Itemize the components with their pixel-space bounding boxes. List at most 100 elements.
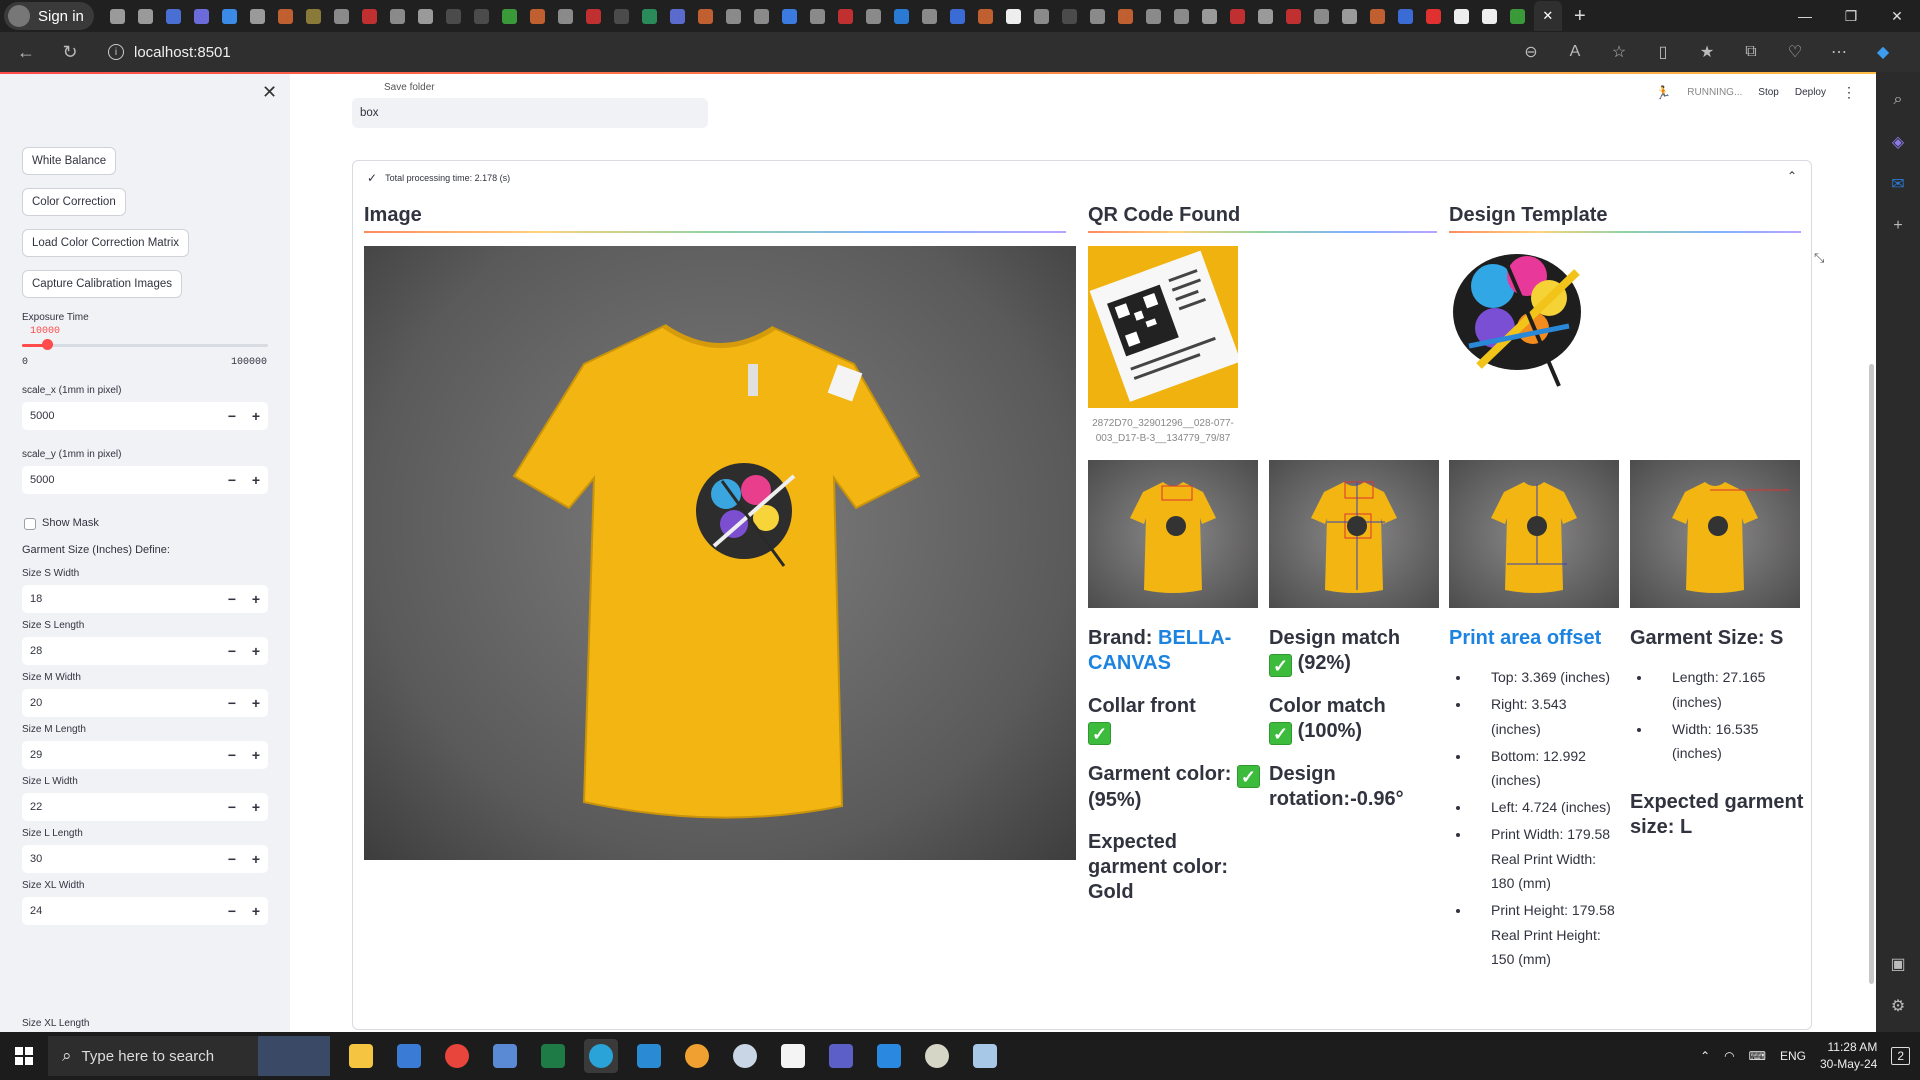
search-icon[interactable]: ⌕ [1884, 86, 1912, 114]
collections-icon[interactable]: ⧉ [1738, 36, 1764, 68]
browser-tab-favicon[interactable] [946, 4, 970, 28]
profile-sign-in-button[interactable]: Sign in [4, 2, 94, 30]
deploy-button[interactable]: Deploy [1795, 87, 1826, 98]
browser-tab-favicon[interactable] [134, 4, 158, 28]
browser-tab-favicon[interactable] [974, 4, 998, 28]
increment-button[interactable]: + [244, 903, 268, 919]
store-icon[interactable] [392, 1039, 426, 1073]
browser-tab-favicon[interactable] [1114, 4, 1138, 28]
load-ccm-button[interactable]: Load Color Correction Matrix [22, 229, 190, 257]
browser-tab-favicon[interactable] [806, 4, 830, 28]
increment-button[interactable]: + [244, 643, 268, 659]
read-aloud-icon[interactable]: A [1562, 36, 1588, 68]
notification-icon[interactable]: 2 [1891, 1047, 1910, 1065]
add-panel-icon[interactable]: + [1884, 212, 1912, 240]
browser-tab-favicon[interactable] [330, 4, 354, 28]
browser-tab-favicon[interactable] [1394, 4, 1418, 28]
save-folder-input[interactable]: box [352, 98, 708, 128]
browser-tab-favicon[interactable] [1058, 4, 1082, 28]
browser-essentials-icon[interactable]: ♡ [1782, 36, 1808, 68]
browser-tab-favicon[interactable] [274, 4, 298, 28]
chrome-icon[interactable] [440, 1039, 474, 1073]
size-field-input[interactable]: 28 − + [22, 637, 268, 665]
browser-tab-favicon[interactable] [106, 4, 130, 28]
exposure-slider-handle[interactable] [41, 339, 53, 350]
browser-tab-favicon[interactable] [666, 4, 690, 28]
close-sidebar-icon[interactable]: ✕ [262, 82, 277, 103]
decrement-button[interactable]: − [220, 643, 244, 659]
increment-button[interactable]: + [244, 472, 268, 488]
browser-tab-favicon[interactable] [1338, 4, 1362, 28]
browser-tab-favicon[interactable] [1198, 4, 1222, 28]
browser-tab-favicon[interactable] [218, 4, 242, 28]
browser-tab-favicon[interactable] [246, 4, 270, 28]
split-screen-icon[interactable]: ▯ [1650, 36, 1676, 68]
chevron-up-icon[interactable]: ⌃ [1787, 169, 1797, 183]
keyboard-icon[interactable]: ⌨ [1749, 1049, 1766, 1063]
paint-palette-icon[interactable] [920, 1039, 954, 1073]
new-tab-icon[interactable]: + [1566, 1, 1594, 31]
browser-tab-favicon[interactable] [918, 4, 942, 28]
copilot-icon[interactable]: ◆ [1870, 36, 1896, 68]
decrement-button[interactable]: − [220, 472, 244, 488]
white-balance-button[interactable]: White Balance [22, 147, 117, 175]
refresh-icon[interactable]: ↻ [52, 36, 88, 68]
increment-button[interactable]: + [244, 591, 268, 607]
color-correction-button[interactable]: Color Correction [22, 188, 126, 216]
size-field-input[interactable]: 29 − + [22, 741, 268, 769]
close-window-icon[interactable]: ✕ [1874, 0, 1920, 32]
show-mask-checkbox[interactable] [24, 518, 36, 530]
browser-tab-favicon[interactable] [190, 4, 214, 28]
browser-tab-favicon[interactable] [1086, 4, 1110, 28]
excel-icon[interactable] [536, 1039, 570, 1073]
file-explorer-icon[interactable] [344, 1039, 378, 1073]
remote-desktop-icon[interactable] [488, 1039, 522, 1073]
home-assistant-icon[interactable] [680, 1039, 714, 1073]
site-info-icon[interactable]: i [108, 44, 124, 60]
size-field-input[interactable]: 24 − + [22, 897, 268, 925]
minimize-icon[interactable]: — [1782, 0, 1828, 32]
fullscreen-icon[interactable]: ⤡ [1814, 250, 1824, 266]
browser-tab-favicon[interactable] [694, 4, 718, 28]
browser-tab-favicon[interactable] [498, 4, 522, 28]
browser-tab-favicon[interactable] [890, 4, 914, 28]
browser-tab-favicon[interactable] [554, 4, 578, 28]
browser-tab-favicon[interactable] [1366, 4, 1390, 28]
browser-tab-favicon[interactable] [386, 4, 410, 28]
browser-tab-favicon[interactable] [862, 4, 886, 28]
decrement-button[interactable]: − [220, 408, 244, 424]
browser-tab-favicon[interactable] [1310, 4, 1334, 28]
browser-tab-favicon[interactable] [414, 4, 438, 28]
active-tab-close-icon[interactable]: ✕ [1533, 1, 1562, 31]
browser-tab-favicon[interactable] [638, 4, 662, 28]
tray-chevron-icon[interactable]: ⌃ [1700, 1049, 1710, 1063]
edge-icon[interactable] [584, 1039, 618, 1073]
notes-icon[interactable] [968, 1039, 1002, 1073]
browser-tab-favicon[interactable] [1506, 4, 1530, 28]
more-menu-icon[interactable]: ⋯ [1826, 36, 1852, 68]
browser-tab-favicon[interactable] [470, 4, 494, 28]
browser-tab-favicon[interactable] [358, 4, 382, 28]
chat-app-icon[interactable] [872, 1039, 906, 1073]
restore-icon[interactable]: ❐ [1828, 0, 1874, 32]
increment-button[interactable]: + [244, 408, 268, 424]
decrement-button[interactable]: − [220, 903, 244, 919]
page-scrollbar[interactable] [1869, 364, 1874, 984]
browser-tab-favicon[interactable] [526, 4, 550, 28]
browser-tab-favicon[interactable] [162, 4, 186, 28]
print-area-offset-link[interactable]: Print area offset [1449, 627, 1601, 649]
browser-tab-favicon[interactable] [1254, 4, 1278, 28]
browser-tab-favicon[interactable] [750, 4, 774, 28]
browser-tab-favicon[interactable] [1450, 4, 1474, 28]
decrement-button[interactable]: − [220, 799, 244, 815]
increment-button[interactable]: + [244, 747, 268, 763]
vscode-icon[interactable] [632, 1039, 666, 1073]
teams-icon[interactable] [824, 1039, 858, 1073]
stop-button[interactable]: Stop [1758, 87, 1779, 98]
browser-tab-favicon[interactable] [1226, 4, 1250, 28]
browser-tab-favicon[interactable] [610, 4, 634, 28]
copilot-side-icon[interactable]: ◈ [1884, 128, 1912, 156]
increment-button[interactable]: + [244, 799, 268, 815]
settings-gear-icon[interactable]: ⚙ [1884, 992, 1912, 1020]
browser-tab-favicon[interactable] [1002, 4, 1026, 28]
